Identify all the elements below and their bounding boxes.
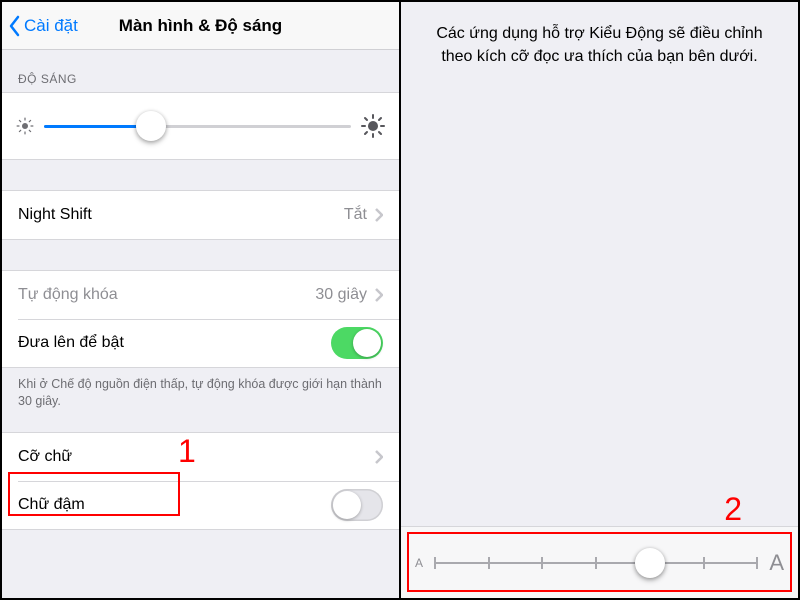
auto-lock-value: 30 giây [315,286,367,304]
raise-to-wake-toggle[interactable] [331,327,383,359]
bold-text-row: Chữ đậm [2,481,399,529]
back-label: Cài đặt [24,16,78,36]
text-size-slider[interactable] [435,546,757,580]
brightness-thumb[interactable] [136,111,166,141]
back-button[interactable]: Cài đặt [8,14,78,38]
bold-text-label: Chữ đậm [18,496,85,514]
sun-large-icon [361,114,385,138]
auto-lock-label: Tự động khóa [18,286,118,304]
nav-bar: Cài đặt Màn hình & Độ sáng [2,2,399,50]
chevron-left-icon [8,14,22,38]
night-shift-row[interactable]: Night Shift Tắt [2,191,399,239]
raise-to-wake-row: Đưa lên để bật [2,319,399,367]
chevron-right-icon [375,288,383,302]
text-size-panel: Các ứng dụng hỗ trợ Kiểu Động sẽ điều ch… [401,2,798,598]
chevron-right-icon [375,208,383,222]
auto-lock-row[interactable]: Tự động khóa 30 giây [2,271,399,319]
night-shift-value: Tắt [344,206,367,224]
chevron-right-icon [375,450,383,464]
callout-number-2: 2 [724,491,742,528]
bold-text-toggle[interactable] [331,489,383,521]
night-shift-label: Night Shift [18,206,92,224]
text-size-row[interactable]: Cỡ chữ [2,433,399,481]
auto-lock-note: Khi ở Chế độ nguồn điện thấp, tự động kh… [2,368,399,414]
brightness-slider[interactable] [44,125,351,128]
sun-small-icon [16,117,34,135]
brightness-header: ĐỘ SÁNG [2,50,399,92]
big-a-icon: A [769,550,784,576]
text-size-label: Cỡ chữ [18,448,72,466]
raise-to-wake-label: Đưa lên để bật [18,334,124,352]
small-a-icon: A [415,556,423,570]
text-size-thumb[interactable] [635,548,665,578]
text-size-slider-area: A A [401,526,798,598]
display-settings-panel: Cài đặt Màn hình & Độ sáng ĐỘ SÁNG [2,2,401,598]
brightness-slider-row [2,93,399,159]
text-size-description: Các ứng dụng hỗ trợ Kiểu Động sẽ điều ch… [401,2,798,68]
